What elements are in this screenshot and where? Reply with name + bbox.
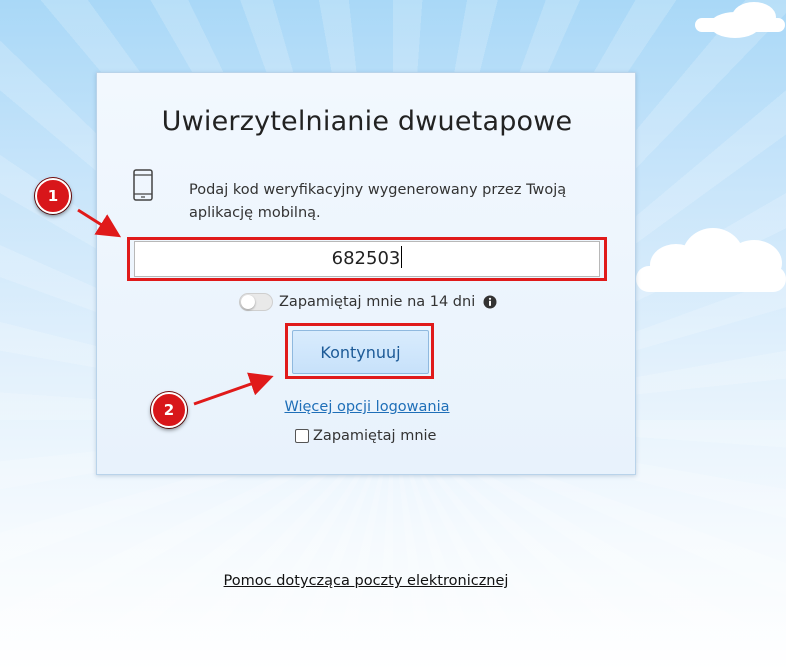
cloud-right — [636, 222, 786, 292]
remember-14-days-row: Zapamiętaj mnie na 14 dni — [239, 291, 497, 313]
remember-14-days-toggle[interactable] — [239, 293, 273, 311]
step-badge-2: 2 — [151, 392, 187, 428]
verification-code-input[interactable]: 682503 — [134, 241, 600, 277]
step-badge-1: 1 — [35, 178, 71, 214]
page-title: Uwierzytelnianie dwuetapowe — [161, 106, 573, 137]
remember-me-label: Zapamiętaj mnie — [313, 428, 437, 444]
remember-me-checkbox[interactable] — [295, 429, 309, 443]
info-icon[interactable] — [483, 295, 497, 309]
mobile-phone-icon — [133, 169, 153, 201]
remember-me-row: Zapamiętaj mnie — [295, 426, 436, 446]
instructions-text: Podaj kod weryfikacyjny wygenerowany prz… — [189, 182, 567, 221]
verification-code-value: 682503 — [331, 248, 401, 269]
continue-button[interactable]: Kontynuuj — [292, 330, 429, 374]
cloud-top-right — [690, 0, 786, 38]
text-caret — [401, 246, 403, 268]
email-help-link[interactable]: Pomoc dotycząca poczty elektronicznej — [0, 573, 732, 589]
remember-14-days-label: Zapamiętaj mnie na 14 dni — [279, 294, 476, 310]
